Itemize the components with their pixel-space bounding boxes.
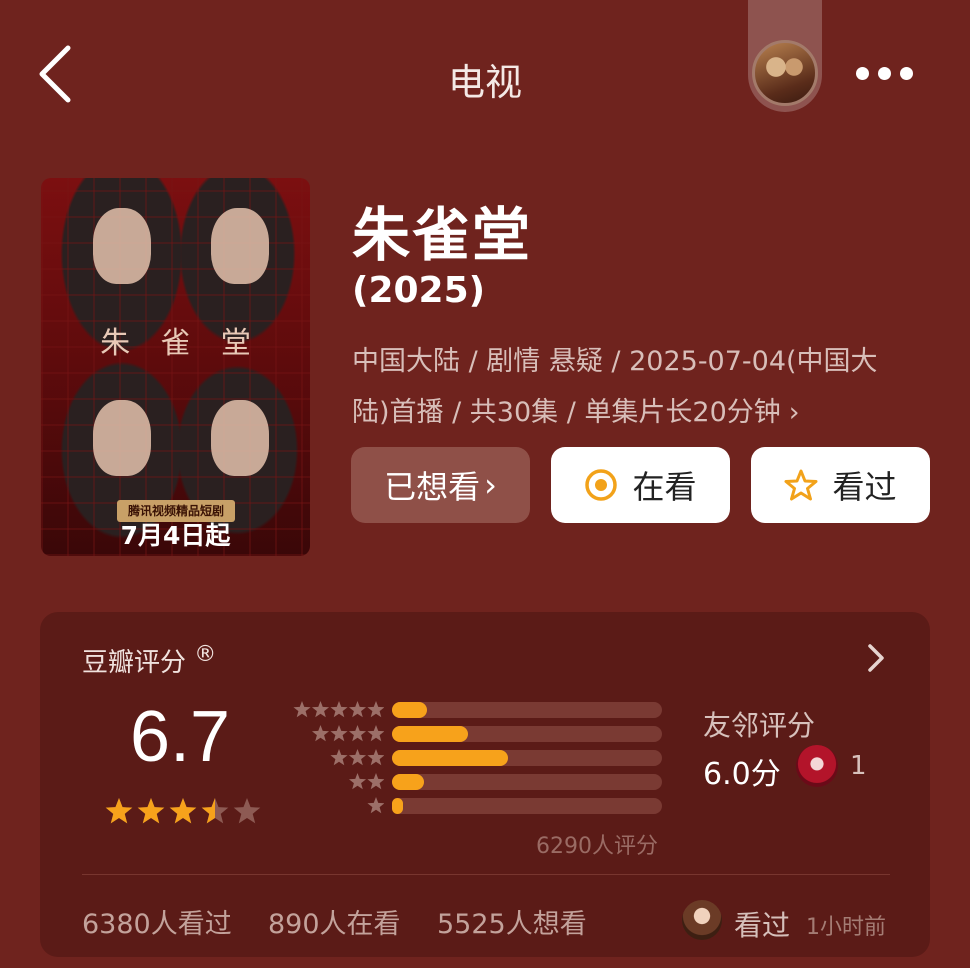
star-small-icon — [293, 701, 311, 718]
watched-button[interactable]: 看过 — [751, 447, 930, 523]
star-filled-icon — [137, 798, 165, 824]
chevron-right-icon — [868, 644, 884, 672]
stat-watching[interactable]: 890人在看 — [268, 902, 401, 941]
rating-bar-row — [284, 748, 664, 768]
star-small-icon — [348, 773, 367, 790]
star-small-icon — [330, 725, 348, 742]
star-small-icon — [367, 701, 384, 718]
user-avatar-tab[interactable] — [748, 0, 822, 112]
rating-bar-fill — [392, 774, 425, 790]
rating-bar-stars — [330, 749, 384, 766]
avatar[interactable] — [796, 745, 838, 787]
rating-bar-stars — [348, 773, 384, 790]
rating-bar-row — [284, 796, 664, 816]
friends-rating-score: 6.0分 — [703, 757, 781, 792]
poster-title-char: 朱 — [100, 326, 131, 361]
show-title: 朱雀堂 — [352, 201, 533, 269]
poster-title: 朱 雀 堂 — [41, 318, 310, 362]
avatar[interactable] — [752, 40, 818, 106]
star-small-icon — [367, 797, 384, 814]
rating-bar-fill — [392, 726, 468, 742]
poster-face — [211, 400, 269, 476]
registered-mark: ® — [194, 642, 217, 667]
show-meta-line: 中国大陆 / 剧情 悬疑 / 2025-07-04(中国大 — [352, 346, 878, 377]
show-meta-line-2: 陆)首播 / 共30集 / 单集片长20分钟 › — [352, 387, 922, 438]
rating-bar-stars — [311, 725, 384, 742]
rating-bar-track — [392, 750, 662, 766]
rating-bar-fill — [392, 750, 509, 766]
poster-image[interactable]: 朱 雀 堂 腾讯视频精品短剧 7月4日起 — [41, 178, 310, 556]
friends-rating-label: 友邻评分 — [703, 709, 816, 742]
poster-face — [211, 208, 269, 284]
stat-wanted[interactable]: 5525人想看 — [437, 902, 587, 941]
chevron-right-icon: › — [484, 466, 497, 504]
star-small-icon — [348, 701, 367, 718]
rating-detail-button[interactable] — [865, 642, 887, 674]
star-outline-icon — [784, 469, 818, 501]
friends-count: 1 — [850, 751, 867, 781]
star-filled-icon — [169, 798, 197, 824]
recent-activity-action: 看过 — [734, 909, 791, 942]
rating-stars — [105, 798, 261, 824]
show-meta-text: 陆)首播 / 共30集 / 单集片长20分钟 — [352, 397, 781, 428]
star-small-icon — [311, 701, 330, 718]
page-title: 电视 — [448, 61, 522, 104]
watching-label: 在看 — [632, 468, 697, 506]
rating-bar-track — [392, 798, 662, 814]
rating-score: 6.7 — [130, 697, 231, 777]
watched-label: 看过 — [832, 468, 897, 506]
star-small-icon — [330, 749, 348, 766]
rating-bar-row — [284, 772, 664, 792]
show-year: (2025) — [352, 270, 486, 311]
avatar[interactable] — [682, 900, 722, 940]
rating-bar-track — [392, 774, 662, 790]
poster-title-char: 雀 — [160, 326, 191, 361]
more-dots-icon — [900, 67, 913, 80]
chevron-right-icon: › — [788, 397, 800, 428]
star-small-icon — [348, 749, 367, 766]
divider — [82, 874, 890, 875]
rating-bar-row — [284, 724, 664, 744]
stat-watched[interactable]: 6380人看过 — [82, 902, 232, 941]
target-icon — [585, 469, 618, 501]
more-button[interactable] — [856, 64, 914, 84]
star-small-icon — [311, 725, 330, 742]
top-bar: 电视 — [0, 0, 970, 150]
recent-activity-time: 1小时前 — [806, 915, 886, 940]
more-dots-icon — [878, 67, 891, 80]
star-small-icon — [367, 749, 384, 766]
rating-bar-row — [284, 700, 664, 720]
wanted-button[interactable]: 已想看 › — [351, 447, 530, 523]
star-small-icon — [348, 725, 367, 742]
rating-total: 6290人评分 — [536, 834, 658, 859]
rating-bar-track — [392, 726, 662, 742]
rating-bar-fill — [392, 702, 428, 718]
star-filled-icon — [105, 798, 133, 824]
rating-bar-fill — [392, 798, 403, 814]
poster-title-char: 堂 — [220, 326, 251, 361]
star-small-icon — [330, 701, 348, 718]
poster-face — [93, 208, 151, 284]
star-empty-icon — [233, 798, 261, 824]
wanted-label: 已想看 — [384, 468, 481, 506]
rating-bar-track — [392, 702, 662, 718]
poster-date: 7月4日起 — [120, 521, 231, 550]
rating-label: 豆瓣评分 ® — [82, 642, 216, 679]
show-meta[interactable]: 中国大陆 / 剧情 悬疑 / 2025-07-04(中国大 陆)首播 / 共30… — [352, 336, 922, 438]
rating-card[interactable]: 豆瓣评分 ® 6.7 6290人评分 友邻评分 6.0分 1 6380人看过 8… — [40, 612, 930, 957]
star-small-icon — [367, 725, 384, 742]
rating-bar-stars — [367, 797, 384, 814]
rating-bar-stars — [293, 701, 384, 718]
more-dots-icon — [856, 67, 869, 80]
watching-button[interactable]: 在看 — [551, 447, 730, 523]
star-small-icon — [367, 773, 384, 790]
rating-label-text: 豆瓣评分 — [82, 648, 187, 678]
poster-face — [93, 400, 151, 476]
